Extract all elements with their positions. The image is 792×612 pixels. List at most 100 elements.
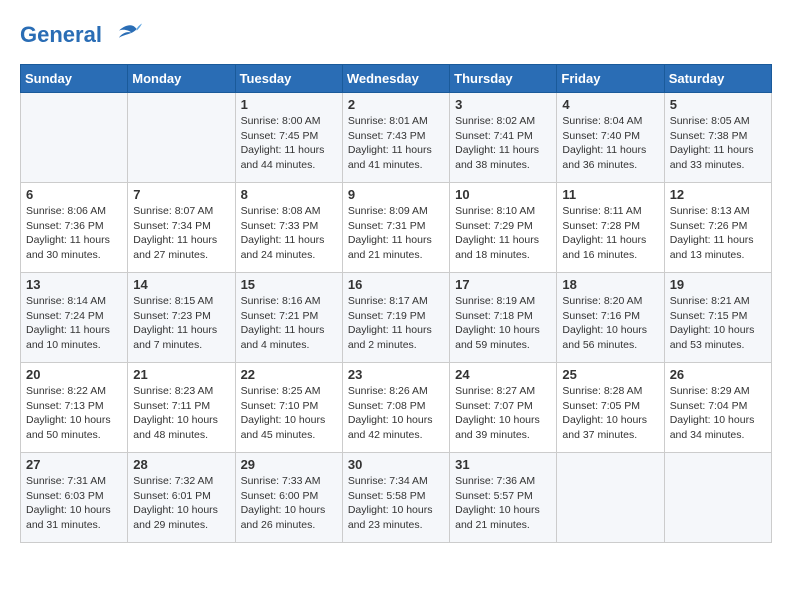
weekday-header: Friday — [557, 65, 664, 93]
page-header: General — [20, 20, 772, 48]
day-number: 11 — [562, 187, 658, 202]
day-number: 27 — [26, 457, 122, 472]
calendar-cell: 7 Sunrise: 8:07 AM Sunset: 7:34 PM Dayli… — [128, 183, 235, 273]
cell-daylight: Daylight: 10 hours and 34 minutes. — [670, 414, 755, 441]
cell-sunrise: Sunrise: 8:19 AM — [455, 295, 535, 307]
calendar-week-row: 6 Sunrise: 8:06 AM Sunset: 7:36 PM Dayli… — [21, 183, 772, 273]
cell-sunset: Sunset: 7:08 PM — [348, 400, 426, 412]
cell-sunrise: Sunrise: 8:08 AM — [241, 205, 321, 217]
cell-sunrise: Sunrise: 8:20 AM — [562, 295, 642, 307]
calendar-cell: 29 Sunrise: 7:33 AM Sunset: 6:00 PM Dayl… — [235, 453, 342, 543]
cell-sunset: Sunset: 6:03 PM — [26, 490, 104, 502]
logo: General — [20, 20, 142, 48]
cell-sunset: Sunset: 7:43 PM — [348, 130, 426, 142]
day-number: 10 — [455, 187, 551, 202]
cell-sunrise: Sunrise: 8:23 AM — [133, 385, 213, 397]
calendar-cell: 18 Sunrise: 8:20 AM Sunset: 7:16 PM Dayl… — [557, 273, 664, 363]
cell-daylight: Daylight: 11 hours and 7 minutes. — [133, 324, 217, 351]
day-number: 6 — [26, 187, 122, 202]
cell-sunset: Sunset: 7:41 PM — [455, 130, 533, 142]
cell-daylight: Daylight: 10 hours and 50 minutes. — [26, 414, 111, 441]
cell-sunrise: Sunrise: 8:15 AM — [133, 295, 213, 307]
cell-sunrise: Sunrise: 8:25 AM — [241, 385, 321, 397]
weekday-header: Wednesday — [342, 65, 449, 93]
day-number: 14 — [133, 277, 229, 292]
cell-sunset: Sunset: 5:58 PM — [348, 490, 426, 502]
cell-daylight: Daylight: 11 hours and 21 minutes. — [348, 234, 432, 261]
cell-sunrise: Sunrise: 8:21 AM — [670, 295, 750, 307]
cell-sunset: Sunset: 7:24 PM — [26, 310, 104, 322]
calendar-cell: 31 Sunrise: 7:36 AM Sunset: 5:57 PM Dayl… — [450, 453, 557, 543]
day-number: 21 — [133, 367, 229, 382]
calendar-cell — [664, 453, 771, 543]
weekday-header: Thursday — [450, 65, 557, 93]
day-number: 7 — [133, 187, 229, 202]
calendar-cell: 24 Sunrise: 8:27 AM Sunset: 7:07 PM Dayl… — [450, 363, 557, 453]
cell-sunrise: Sunrise: 8:13 AM — [670, 205, 750, 217]
weekday-header-row: SundayMondayTuesdayWednesdayThursdayFrid… — [21, 65, 772, 93]
cell-sunrise: Sunrise: 8:06 AM — [26, 205, 106, 217]
cell-daylight: Daylight: 10 hours and 42 minutes. — [348, 414, 433, 441]
cell-sunrise: Sunrise: 8:00 AM — [241, 115, 321, 127]
cell-sunset: Sunset: 7:10 PM — [241, 400, 319, 412]
cell-sunset: Sunset: 7:26 PM — [670, 220, 748, 232]
day-number: 9 — [348, 187, 444, 202]
cell-sunset: Sunset: 7:05 PM — [562, 400, 640, 412]
calendar-cell — [557, 453, 664, 543]
calendar-cell: 16 Sunrise: 8:17 AM Sunset: 7:19 PM Dayl… — [342, 273, 449, 363]
cell-daylight: Daylight: 10 hours and 31 minutes. — [26, 504, 111, 531]
cell-sunrise: Sunrise: 8:10 AM — [455, 205, 535, 217]
cell-sunset: Sunset: 5:57 PM — [455, 490, 533, 502]
cell-sunrise: Sunrise: 8:16 AM — [241, 295, 321, 307]
weekday-header: Sunday — [21, 65, 128, 93]
logo-text: General — [20, 20, 142, 52]
cell-daylight: Daylight: 11 hours and 30 minutes. — [26, 234, 110, 261]
cell-sunset: Sunset: 6:01 PM — [133, 490, 211, 502]
cell-sunset: Sunset: 7:33 PM — [241, 220, 319, 232]
calendar-cell: 9 Sunrise: 8:09 AM Sunset: 7:31 PM Dayli… — [342, 183, 449, 273]
cell-daylight: Daylight: 10 hours and 23 minutes. — [348, 504, 433, 531]
calendar-cell: 26 Sunrise: 8:29 AM Sunset: 7:04 PM Dayl… — [664, 363, 771, 453]
weekday-header: Tuesday — [235, 65, 342, 93]
cell-sunset: Sunset: 7:31 PM — [348, 220, 426, 232]
calendar-cell: 21 Sunrise: 8:23 AM Sunset: 7:11 PM Dayl… — [128, 363, 235, 453]
cell-sunset: Sunset: 7:23 PM — [133, 310, 211, 322]
day-number: 17 — [455, 277, 551, 292]
cell-daylight: Daylight: 11 hours and 10 minutes. — [26, 324, 110, 351]
cell-sunset: Sunset: 7:45 PM — [241, 130, 319, 142]
day-number: 12 — [670, 187, 766, 202]
calendar-week-row: 27 Sunrise: 7:31 AM Sunset: 6:03 PM Dayl… — [21, 453, 772, 543]
cell-sunrise: Sunrise: 8:05 AM — [670, 115, 750, 127]
cell-sunset: Sunset: 7:36 PM — [26, 220, 104, 232]
cell-daylight: Daylight: 11 hours and 33 minutes. — [670, 144, 754, 171]
cell-daylight: Daylight: 11 hours and 44 minutes. — [241, 144, 325, 171]
cell-sunrise: Sunrise: 8:29 AM — [670, 385, 750, 397]
day-number: 5 — [670, 97, 766, 112]
day-number: 26 — [670, 367, 766, 382]
calendar-week-row: 20 Sunrise: 8:22 AM Sunset: 7:13 PM Dayl… — [21, 363, 772, 453]
cell-sunrise: Sunrise: 7:34 AM — [348, 475, 428, 487]
day-number: 20 — [26, 367, 122, 382]
cell-daylight: Daylight: 11 hours and 16 minutes. — [562, 234, 646, 261]
cell-sunrise: Sunrise: 7:33 AM — [241, 475, 321, 487]
calendar-cell: 12 Sunrise: 8:13 AM Sunset: 7:26 PM Dayl… — [664, 183, 771, 273]
day-number: 29 — [241, 457, 337, 472]
calendar-cell: 3 Sunrise: 8:02 AM Sunset: 7:41 PM Dayli… — [450, 93, 557, 183]
day-number: 3 — [455, 97, 551, 112]
cell-sunrise: Sunrise: 7:36 AM — [455, 475, 535, 487]
day-number: 25 — [562, 367, 658, 382]
cell-sunrise: Sunrise: 7:31 AM — [26, 475, 106, 487]
cell-daylight: Daylight: 11 hours and 4 minutes. — [241, 324, 325, 351]
cell-sunrise: Sunrise: 8:28 AM — [562, 385, 642, 397]
calendar-cell: 14 Sunrise: 8:15 AM Sunset: 7:23 PM Dayl… — [128, 273, 235, 363]
calendar-cell: 30 Sunrise: 7:34 AM Sunset: 5:58 PM Dayl… — [342, 453, 449, 543]
cell-sunrise: Sunrise: 8:04 AM — [562, 115, 642, 127]
cell-sunrise: Sunrise: 8:07 AM — [133, 205, 213, 217]
day-number: 22 — [241, 367, 337, 382]
cell-sunrise: Sunrise: 8:02 AM — [455, 115, 535, 127]
calendar-cell: 17 Sunrise: 8:19 AM Sunset: 7:18 PM Dayl… — [450, 273, 557, 363]
cell-sunset: Sunset: 7:19 PM — [348, 310, 426, 322]
cell-sunset: Sunset: 7:21 PM — [241, 310, 319, 322]
day-number: 8 — [241, 187, 337, 202]
cell-daylight: Daylight: 10 hours and 45 minutes. — [241, 414, 326, 441]
